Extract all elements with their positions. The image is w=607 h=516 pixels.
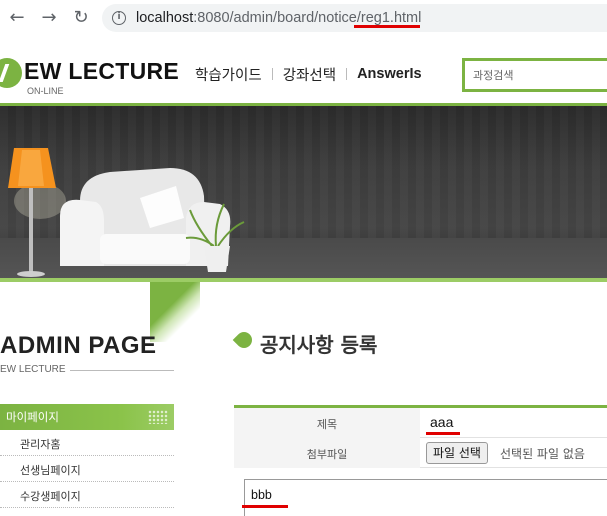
logo-subtitle: ON-LINE (27, 86, 64, 96)
choose-file-button[interactable]: 파일 선택 (426, 442, 488, 464)
main-content: 공지사항 등록 제목 aaa 첨부파일 파일 선택 선택된 파일 없음 bbb (200, 282, 607, 516)
sofa-seat (100, 234, 190, 264)
page-title: 공지사항 등록 (260, 333, 378, 357)
lamp-base (17, 271, 45, 277)
course-search-input[interactable] (465, 61, 607, 89)
hero-banner (0, 106, 607, 278)
sidebar-page-curl (150, 282, 200, 342)
title-field[interactable]: aaa (420, 408, 607, 438)
content-textarea-value[interactable]: bbb (251, 488, 272, 502)
forward-arrow-icon[interactable]: → (40, 9, 58, 27)
main-nav: 학습가이드 강좌선택 AnswerIs (188, 64, 429, 84)
nav-divider (346, 68, 348, 80)
lamp-pole (29, 188, 33, 274)
site-header: EW LECTURE ON-LINE 학습가이드 강좌선택 AnswerIs (0, 36, 607, 104)
hero-illustration (8, 148, 245, 277)
lamp-glow (14, 183, 66, 219)
lamp-shade-highlight (18, 150, 44, 186)
nav-course-select[interactable]: 강좌선택 (276, 64, 343, 85)
sidebar-menu-header[interactable]: 마이페이지 (0, 404, 174, 430)
title-label: 제목 (316, 418, 338, 431)
content-annotation-underline (242, 505, 288, 508)
sofa-left-arm (60, 199, 104, 266)
info-icon[interactable]: i (112, 11, 126, 25)
content-textarea[interactable]: bbb (244, 479, 607, 516)
plant-pot (204, 246, 230, 272)
attachment-label: 첨부파일 (306, 448, 348, 461)
sidebar-menu-header-label: 마이페이지 (6, 410, 59, 424)
file-status-text: 선택된 파일 없음 (500, 447, 585, 461)
attachment-field: 파일 선택 선택된 파일 없음 (420, 438, 607, 468)
nav-divider (271, 68, 273, 80)
logo-n-icon (0, 58, 22, 88)
back-arrow-icon[interactable]: ← (8, 9, 26, 27)
url-host: localhost (136, 10, 194, 26)
site-logo[interactable]: EW LECTURE ON-LINE (0, 56, 180, 96)
form-row-title: 제목 aaa (234, 408, 607, 438)
sidebar-item-teacher-page[interactable]: 선생님페이지 (0, 456, 174, 482)
sidebar-item-label: 수강생페이지 (20, 490, 81, 503)
sidebar-subtitle: EW LECTURE (0, 364, 66, 375)
reload-icon[interactable]: ↻ (72, 9, 90, 27)
attachment-label-cell: 첨부파일 (234, 438, 420, 468)
sidebar-item-label: 관리자홈 (20, 438, 61, 451)
dot-pattern-icon (148, 410, 168, 424)
course-search-box (462, 58, 607, 92)
title-label-cell: 제목 (234, 408, 420, 438)
sidebar-item-label: 선생님페이지 (20, 464, 81, 477)
url-annotation-underline (354, 25, 420, 28)
nav-study-guide[interactable]: 학습가이드 (188, 64, 269, 85)
form-row-attachment: 첨부파일 파일 선택 선택된 파일 없음 (234, 438, 607, 468)
url-text: localhost:8080/admin/board/notice/reg1.h… (136, 10, 421, 26)
title-annotation-underline (426, 432, 460, 435)
sidebar: ADMIN PAGE EW LECTURE 마이페이지 관리자홈 선생님페이지 … (0, 282, 200, 516)
sidebar-item-admin-home[interactable]: 관리자홈 (0, 430, 174, 456)
sidebar-title: ADMIN PAGE (0, 332, 157, 359)
leaf-icon (232, 328, 256, 352)
title-input-value[interactable]: aaa (430, 414, 453, 430)
browser-toolbar: ← → ↻ i localhost:8080/admin/board/notic… (0, 0, 607, 36)
nav-answeris[interactable]: AnswerIs (350, 66, 428, 82)
sidebar-subtitle-line (70, 370, 174, 371)
url-path: :8080/admin/board/notice/reg1.html (193, 10, 422, 26)
logo-text: EW LECTURE (24, 58, 180, 84)
sidebar-item-student-page[interactable]: 수강생페이지 (0, 482, 174, 508)
